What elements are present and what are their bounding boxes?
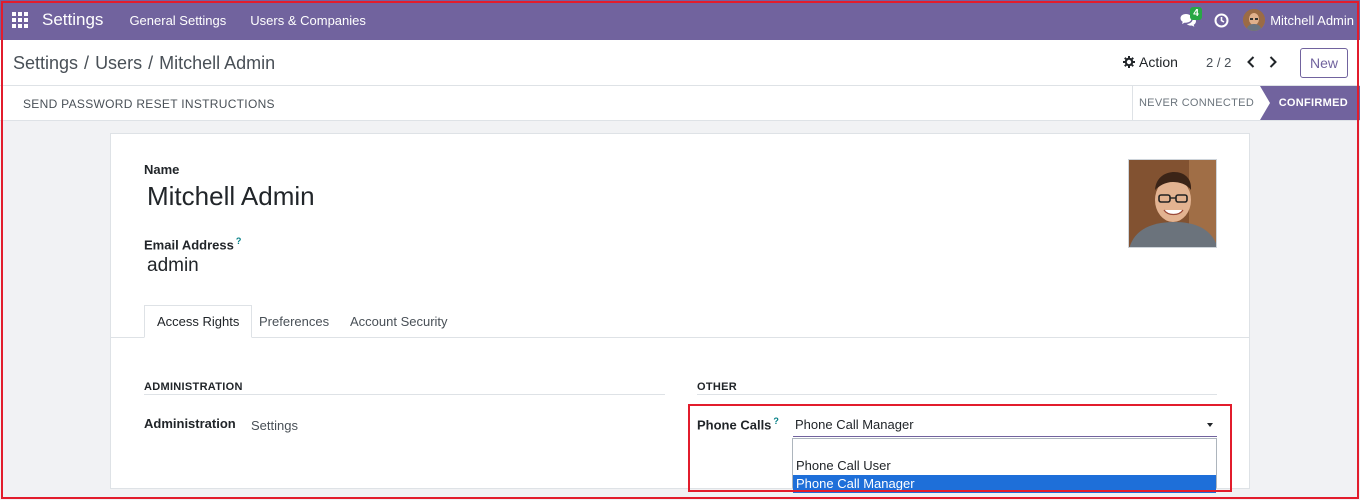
- action-label: Action: [1139, 54, 1178, 70]
- phone-calls-select[interactable]: Phone Call Manager: [793, 413, 1217, 437]
- action-menu-button[interactable]: Action: [1123, 54, 1178, 70]
- control-panel: Settings / Users / Mitchell Admin Action 2 /…: [0, 40, 1360, 86]
- option-phone-call-manager[interactable]: Phone Call Manager: [793, 475, 1216, 493]
- breadcrumb: Settings / Users / Mitchell Admin: [13, 53, 275, 74]
- app-name[interactable]: Settings: [42, 10, 103, 30]
- user-photo[interactable]: [1128, 159, 1217, 248]
- phone-calls-help-icon[interactable]: ?: [773, 416, 779, 426]
- new-button[interactable]: New: [1300, 48, 1348, 78]
- stage-never-connected[interactable]: NEVER CONNECTED: [1132, 86, 1260, 120]
- breadcrumb-current-record: Mitchell Admin: [159, 53, 276, 73]
- administration-label: Administration: [144, 416, 236, 431]
- user-name[interactable]: Mitchell Admin: [1270, 13, 1354, 28]
- gear-icon: [1123, 56, 1135, 68]
- phone-calls-label-text: Phone Calls: [697, 417, 772, 433]
- email-label: Email Address?: [144, 236, 241, 252]
- phone-calls-selected-value: Phone Call Manager: [795, 417, 914, 432]
- tab-access-rights[interactable]: Access Rights: [144, 305, 253, 338]
- chat-icon[interactable]: 4: [1173, 0, 1203, 40]
- send-password-reset-button[interactable]: SEND PASSWORD RESET INSTRUCTIONS: [23, 97, 275, 111]
- form-sheet: Name Mitchell Admin Email Address? admin…: [110, 133, 1250, 493]
- group-title-administration: ADMINISTRATION: [144, 381, 243, 393]
- group-title-other: OTHER: [697, 381, 737, 393]
- stage-confirmed[interactable]: CONFIRMED: [1260, 86, 1360, 120]
- option-phone-call-user[interactable]: Phone Call User: [793, 457, 1216, 475]
- status-bar: SEND PASSWORD RESET INSTRUCTIONS NEVER C…: [0, 86, 1360, 121]
- email-field[interactable]: admin: [147, 255, 199, 277]
- chat-count-badge: 4: [1190, 7, 1202, 20]
- breadcrumb-settings[interactable]: Settings: [13, 53, 78, 73]
- tab-preferences[interactable]: Preferences: [247, 305, 341, 338]
- menu-users-companies[interactable]: Users & Companies: [250, 13, 366, 28]
- breadcrumb-users[interactable]: Users: [95, 53, 142, 73]
- name-field[interactable]: Mitchell Admin: [147, 181, 315, 212]
- pager-value[interactable]: 2 / 2: [1206, 55, 1231, 70]
- menu-general-settings[interactable]: General Settings: [129, 13, 226, 28]
- breadcrumb-separator: /: [84, 53, 90, 73]
- pager-previous-button[interactable]: [1244, 51, 1258, 73]
- breadcrumb-separator: /: [148, 53, 154, 73]
- activity-clock-icon[interactable]: [1203, 0, 1239, 40]
- tab-account-security[interactable]: Account Security: [338, 305, 460, 338]
- administration-select[interactable]: Settings: [251, 418, 298, 433]
- name-label: Name: [144, 162, 180, 177]
- group-divider: [144, 394, 665, 395]
- chevron-left-icon: [1247, 56, 1255, 68]
- email-help-icon[interactable]: ?: [236, 236, 242, 246]
- pager-next-button[interactable]: [1266, 51, 1280, 73]
- phone-calls-dropdown: Phone Call User Phone Call Manager: [792, 438, 1217, 493]
- group-divider: [697, 394, 1217, 395]
- user-avatar[interactable]: [1243, 9, 1266, 31]
- caret-down-icon: [1207, 423, 1213, 427]
- top-navbar: Settings General Settings Users & Compan…: [0, 0, 1360, 40]
- phone-calls-label: Phone Calls?: [697, 416, 779, 432]
- chevron-right-icon: [1269, 56, 1277, 68]
- email-label-text: Email Address: [144, 237, 234, 253]
- apps-menu-icon[interactable]: [0, 0, 40, 40]
